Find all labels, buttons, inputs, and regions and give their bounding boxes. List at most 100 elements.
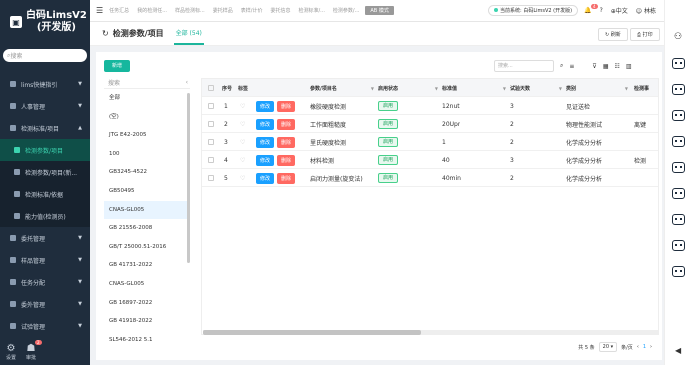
category-item[interactable]: GB/T 25000.51-2016 xyxy=(104,238,190,257)
category-item[interactable]: GB 16897-2022 xyxy=(104,294,190,313)
delete-button[interactable]: 删除 xyxy=(277,154,296,166)
heart-icon[interactable]: ♡ xyxy=(240,169,245,187)
row-checkbox[interactable] xyxy=(208,175,214,181)
page-size-select[interactable]: 20 ▾ xyxy=(598,342,618,352)
row-checkbox[interactable] xyxy=(208,103,214,109)
robot-icon[interactable] xyxy=(672,58,685,69)
bell-icon[interactable]: 🔔 4 xyxy=(584,4,598,14)
menu-task[interactable]: 任务分配 ▼ xyxy=(0,271,90,293)
delete-button[interactable]: 删除 xyxy=(277,100,296,112)
category-search-input[interactable]: 搜索 ‹ xyxy=(104,77,190,89)
edit-button[interactable]: 修改 xyxy=(256,172,275,184)
nav-tab[interactable]: 检测标准/... xyxy=(296,7,326,14)
nav-tab[interactable]: 任务汇总 xyxy=(107,7,131,14)
heart-icon[interactable]: ♡ xyxy=(240,115,245,133)
heart-icon[interactable]: ♡ xyxy=(240,151,245,169)
robot-icon[interactable] xyxy=(672,240,685,251)
system-switcher[interactable]: 当前系统: 白码LimsV2 (开发版) xyxy=(488,5,579,16)
category-item[interactable]: CNAS-GL005 xyxy=(104,275,190,294)
category-item[interactable]: GB50495 xyxy=(104,182,190,201)
chart-icon[interactable]: ▥ xyxy=(626,63,632,70)
refresh-button[interactable]: ↻ 刷新 xyxy=(598,28,628,41)
filter-icon[interactable]: ⊽ xyxy=(592,63,596,70)
menu-outsource[interactable]: 委外管理 ▼ xyxy=(0,293,90,315)
edit-button[interactable]: 修改 xyxy=(256,100,275,112)
submenu-standards-basis[interactable]: 检测标准/依据 xyxy=(0,183,90,205)
review-button[interactable]: ☗ 2 审批 xyxy=(26,340,42,361)
search-icon[interactable]: ⌕ xyxy=(560,62,563,70)
robot-icon[interactable] xyxy=(672,84,685,95)
chevron-left-icon[interactable]: ‹ xyxy=(186,79,188,86)
delete-button[interactable]: 删除 xyxy=(277,136,296,148)
col-type[interactable]: 类别 ▼ xyxy=(566,79,632,97)
submenu-test-params[interactable]: 检测参数/项目 xyxy=(0,139,90,161)
heart-icon[interactable]: ♡ xyxy=(240,133,245,151)
table-row[interactable]: 3 ♡ 修改 删除 里氏硬度检测 启用 1 2 化学成分分析 xyxy=(202,133,658,151)
nav-tab[interactable]: 表样/计价 xyxy=(239,7,265,14)
menu-standards[interactable]: 检测标准/项目 ▲ xyxy=(0,117,90,139)
scroll-thumb[interactable] xyxy=(203,330,421,335)
row-checkbox[interactable] xyxy=(208,157,214,163)
menu-lims-guide[interactable]: lims快捷指引 ▼ xyxy=(0,73,90,95)
category-item[interactable]: SL546-2012 5.1 xyxy=(104,331,190,350)
edit-button[interactable]: 修改 xyxy=(256,136,275,148)
col-days[interactable]: 试验天数 ▼ xyxy=(510,79,566,97)
category-item[interactable]: GB3245-4522 xyxy=(104,163,190,182)
table-row[interactable]: 2 ♡ 修改 删除 工作面粗糙度 启用 20Upr 2 物理性能测试 离键 xyxy=(202,115,658,133)
submenu-capability[interactable]: 能力值(检测员) xyxy=(0,205,90,227)
page-number[interactable]: 1 xyxy=(643,344,646,350)
category-item[interactable]: GB 41731-2022 xyxy=(104,256,190,275)
table-row[interactable]: 5 ♡ 修改 删除 启闭力测量(旋变法) 启用 40min 2 化学成分分析 xyxy=(202,169,658,187)
col-status[interactable]: 启用状态 ▼ xyxy=(378,79,442,97)
heart-icon[interactable]: ♡ xyxy=(240,97,245,115)
settings-button[interactable]: ⚙ 设置 xyxy=(6,343,16,361)
menu-commission[interactable]: 委托管理 ▼ xyxy=(0,227,90,249)
category-item[interactable]: GB 21556-2008 xyxy=(104,219,190,238)
category-item[interactable]: (空) xyxy=(104,108,190,127)
robot-icon[interactable] xyxy=(672,136,685,147)
layout-icon[interactable]: ▦ xyxy=(603,63,609,70)
nav-tab[interactable]: 检测参数/... xyxy=(331,7,361,14)
help-icon[interactable]: ? xyxy=(600,7,603,14)
nav-tab[interactable]: 我的检测任... xyxy=(135,7,169,14)
delete-button[interactable]: 删除 xyxy=(277,118,296,130)
nav-tab[interactable]: 样品检测标... xyxy=(173,7,207,14)
list-icon[interactable]: ☷ xyxy=(614,63,619,70)
next-page-button[interactable]: › xyxy=(650,344,652,350)
row-checkbox[interactable] xyxy=(208,121,214,127)
refresh-icon[interactable]: ↻ xyxy=(102,29,109,38)
robot-icon[interactable] xyxy=(672,110,685,121)
robot-icon[interactable] xyxy=(672,162,685,173)
table-row[interactable]: 1 ♡ 修改 删除 橡胶硬度检测 启用 12nut 3 见证送检 xyxy=(202,97,658,115)
edit-button[interactable]: 修改 xyxy=(256,154,275,166)
category-item[interactable]: 全部 xyxy=(104,89,190,108)
user-add-icon[interactable]: ⚇ xyxy=(674,32,682,42)
table-row[interactable]: 4 ♡ 修改 删除 材料检测 启用 40 3 化学成分分析 检测 xyxy=(202,151,658,169)
col-param[interactable]: 参数/项目名 ▼ xyxy=(310,79,378,97)
category-item[interactable]: 100 xyxy=(104,145,190,164)
search-options-icon[interactable]: ≡ xyxy=(569,63,574,70)
menu-samples[interactable]: 样品管理 ▼ xyxy=(0,249,90,271)
row-checkbox[interactable] xyxy=(208,139,214,145)
tab-all[interactable]: 全部 (54) xyxy=(173,22,204,45)
robot-icon[interactable] xyxy=(672,188,685,199)
nav-tab[interactable]: 委托信息 xyxy=(268,7,292,14)
nav-tab-current[interactable]: AB 模式 xyxy=(365,6,394,15)
robot-icon[interactable] xyxy=(672,214,685,225)
category-item[interactable]: CNAS-GL005 xyxy=(104,200,190,220)
nav-tab[interactable]: 委托样品 xyxy=(211,7,235,14)
horizontal-scrollbar[interactable] xyxy=(203,330,658,335)
collapse-icon[interactable]: ◀ xyxy=(675,346,681,355)
delete-button[interactable]: 删除 xyxy=(277,172,296,184)
menu-hr[interactable]: 人事管理 ▼ xyxy=(0,95,90,117)
robot-icon[interactable] xyxy=(672,266,685,277)
menu-toggle-icon[interactable]: ☰ xyxy=(96,6,103,15)
sidebar-search-input[interactable]: ⌕ 搜索 xyxy=(3,49,87,62)
menu-experiment[interactable]: 试验管理 ▼ xyxy=(0,315,90,337)
user-menu[interactable]: ☺ 林栋 xyxy=(636,6,656,15)
add-button[interactable]: 新增 xyxy=(104,60,130,72)
language-selector[interactable]: ⊕中文 xyxy=(611,6,628,15)
edit-button[interactable]: 修改 xyxy=(256,118,275,130)
prev-page-button[interactable]: ‹ xyxy=(637,344,639,350)
select-all-checkbox[interactable] xyxy=(208,85,214,91)
